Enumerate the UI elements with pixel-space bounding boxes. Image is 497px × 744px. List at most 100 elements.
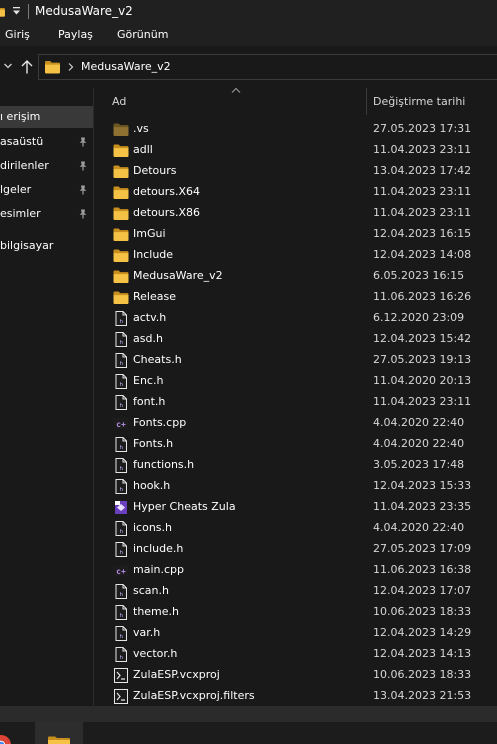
navigation-pane: ı erişim asaüstü dirilenler lgeler esiml… [0,88,93,706]
file-row[interactable]: ImGui 12.04.2023 16:15 [94,224,497,245]
sidebar-item-documents[interactable]: lgeler [0,183,31,196]
chrome-icon[interactable] [0,734,12,744]
file-name: scan.h [133,584,169,597]
pin-icon [78,161,88,171]
up-arrow-icon[interactable] [20,59,34,75]
file-row[interactable]: actv.h 6.12.2020 23:09 [94,308,497,329]
file-name: Hyper Cheats Zula [133,500,236,513]
file-row[interactable]: ZulaESP.vcxproj 10.06.2023 18:33 [94,665,497,686]
file-name: ImGui [133,227,166,240]
breadcrumb-current-folder[interactable]: MedusaWare_v2 [81,60,171,73]
header-file-icon [113,374,129,389]
folder-icon [113,290,129,305]
file-date: 12.04.2023 14:13 [373,647,472,660]
file-row[interactable]: detours.X64 11.04.2023 23:11 [94,182,497,203]
file-row[interactable]: .vs 27.05.2023 17:31 [94,119,497,140]
file-row[interactable]: Hyper Cheats Zula 11.04.2023 23:35 [94,497,497,518]
folder-icon [44,60,61,74]
sidebar-item-this-pc[interactable]: bilgisayar [0,239,53,252]
file-date: 11.06.2023 16:26 [373,290,472,303]
header-file-icon [113,311,129,326]
recent-locations-chevron-icon[interactable] [3,61,13,71]
file-row[interactable]: Fonts.cpp 4.04.2020 22:40 [94,413,497,434]
file-name: vector.h [133,647,178,660]
horizontal-scrollbar[interactable] [0,706,497,722]
file-date: 12.04.2023 14:08 [373,248,472,261]
pin-icon [78,185,88,195]
file-name: ZulaESP.vcxproj [133,668,220,681]
pin-icon [78,209,88,219]
address-bar[interactable]: MedusaWare_v2 [38,54,497,80]
file-row[interactable]: theme.h 10.06.2023 18:33 [94,602,497,623]
column-resize-handle[interactable] [366,88,367,115]
file-row[interactable]: Release 11.06.2023 16:26 [94,287,497,308]
cpp-file-icon [113,416,129,431]
file-date: 6.05.2023 16:15 [373,269,465,282]
file-name: functions.h [133,458,195,471]
file-row[interactable]: detours.X86 11.04.2023 23:11 [94,203,497,224]
folder-icon [113,227,129,242]
file-row[interactable]: Fonts.h 4.04.2020 22:40 [94,434,497,455]
folder-icon [113,206,129,221]
file-row[interactable]: include.h 27.05.2023 17:09 [94,539,497,560]
visual-studio-solution-icon [113,500,129,515]
header-file-icon [113,605,129,620]
file-date: 13.04.2023 21:53 [373,689,472,702]
breadcrumb-chevron-icon[interactable] [67,62,74,72]
file-row[interactable]: main.cpp 11.06.2023 16:38 [94,560,497,581]
file-explorer-icon[interactable] [47,736,71,744]
file-row[interactable]: Include 12.04.2023 14:08 [94,245,497,266]
sidebar-item-downloads[interactable]: dirilenler [0,159,49,172]
file-name: ZulaESP.vcxproj.filters [133,689,255,702]
file-row[interactable]: ZulaESP.vcxproj.filters 13.04.2023 21:53 [94,686,497,707]
file-name: .vs [133,122,149,135]
file-row[interactable]: functions.h 3.05.2023 17:48 [94,455,497,476]
file-name: Enc.h [133,374,164,387]
file-date: 11.06.2023 16:38 [373,563,472,576]
tab-view[interactable]: Görünüm [117,28,168,41]
file-row[interactable]: MedusaWare_v2 6.05.2023 16:15 [94,266,497,287]
file-row[interactable]: var.h 12.04.2023 14:29 [94,623,497,644]
sidebar-item-pictures[interactable]: esimler [0,207,41,220]
column-header-name[interactable]: Ad [112,95,126,108]
sidebar-item-quick-access[interactable]: ı erişim [0,110,40,123]
file-row[interactable]: Enc.h 11.04.2020 20:13 [94,371,497,392]
tab-share[interactable]: Paylaş [58,28,93,41]
sidebar-item-desktop[interactable]: asaüstü [0,135,43,148]
file-date: 11.04.2023 23:11 [373,206,472,219]
file-name: Release [133,290,176,303]
file-row[interactable]: asd.h 12.04.2023 15:42 [94,329,497,350]
file-row[interactable]: scan.h 12.04.2023 17:07 [94,581,497,602]
file-name: icons.h [133,521,173,534]
column-header-date-modified[interactable]: Değiştirme tarihi [373,95,465,108]
file-row[interactable]: icons.h 4.04.2020 22:40 [94,518,497,539]
title-bar: MedusaWare_v2 [0,0,497,24]
tab-home[interactable]: Giriş [5,28,30,41]
file-date: 11.04.2020 20:13 [373,374,472,387]
sort-ascending-icon [231,87,241,93]
header-file-icon [113,584,129,599]
file-date: 4.04.2020 22:40 [373,437,465,450]
ribbon-tabs: Giriş Paylaş Görünüm [0,24,497,46]
file-name: detours.X86 [133,206,201,219]
file-name: main.cpp [133,563,184,576]
file-row[interactable]: Cheats.h 27.05.2023 19:13 [94,350,497,371]
quick-access-dropdown-icon[interactable] [11,5,22,17]
header-file-icon [113,521,129,536]
folder-icon [113,269,129,284]
file-name: adll [133,143,153,156]
folder-icon [113,164,129,179]
file-name: theme.h [133,605,180,618]
file-date: 11.04.2023 23:11 [373,185,472,198]
file-row[interactable]: vector.h 12.04.2023 14:13 [94,644,497,665]
file-name: hook.h [133,479,171,492]
file-row[interactable]: Detours 13.04.2023 17:42 [94,161,497,182]
folder-icon [113,143,129,158]
file-date: 6.12.2020 23:09 [373,311,465,324]
window-title: MedusaWare_v2 [35,4,133,18]
file-explorer-window: MedusaWare_v2 Giriş Paylaş Görünüm Medus… [0,0,497,744]
file-row[interactable]: adll 11.04.2023 23:11 [94,140,497,161]
file-row[interactable]: font.h 11.04.2023 23:11 [94,392,497,413]
file-date: 27.05.2023 17:09 [373,542,472,555]
file-row[interactable]: hook.h 12.04.2023 15:33 [94,476,497,497]
